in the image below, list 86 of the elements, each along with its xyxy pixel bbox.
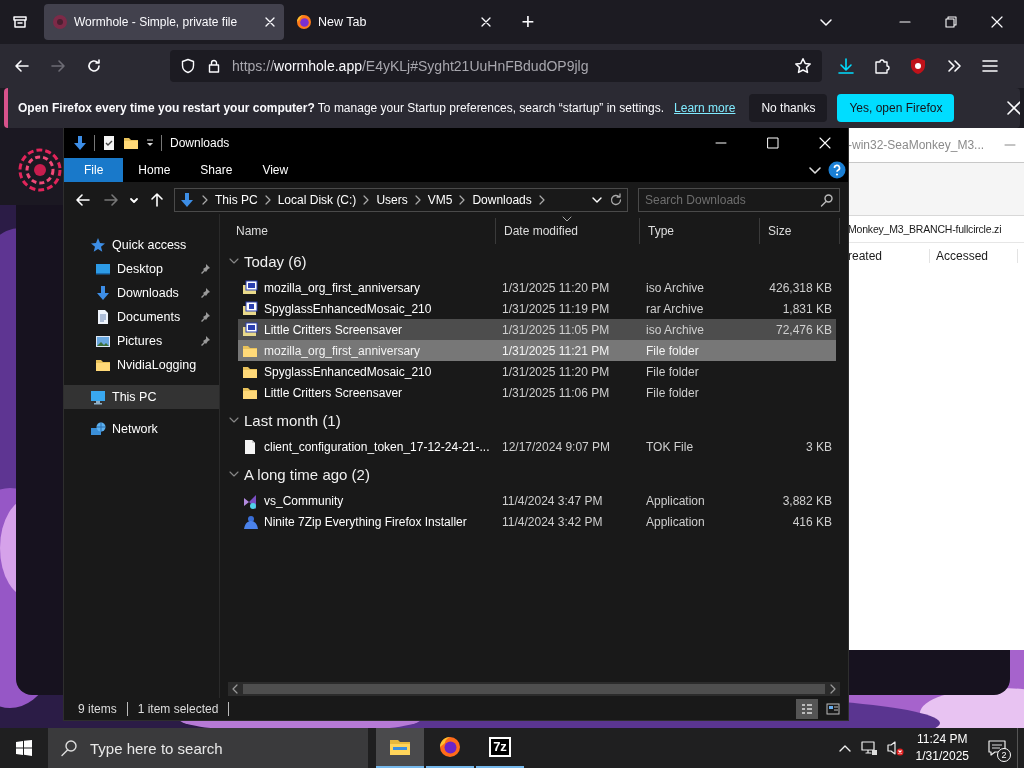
address-bar[interactable]: https://wormhole.app/E4yKLj#Syght21UuHnFBdudOP9jlg (170, 50, 822, 82)
file-row[interactable]: vs_Community 11/4/2024 3:47 PM Application 3,882 KB (238, 490, 836, 511)
column-header[interactable]: Date modified (496, 218, 640, 244)
size-cell: 426,318 KB (769, 280, 832, 295)
size-cell: 1,831 KB (782, 301, 832, 316)
breadcrumb[interactable]: Users (376, 193, 408, 207)
breadcrumb[interactable]: Downloads (472, 193, 532, 207)
type-cell-text: File folder (645, 385, 700, 400)
column-header[interactable]: Size (760, 218, 840, 244)
search-field[interactable]: Search Downloads (638, 188, 840, 212)
ribbon-tab[interactable]: File (64, 158, 124, 182)
window-title: -win32-SeaMonkey_M3... (848, 138, 985, 152)
address-bar[interactable]: This PC Local Disk (C:) Users VM5 Downloads (174, 188, 628, 212)
breadcrumb[interactable]: VM5 (427, 193, 453, 207)
size-cell: 3 KB (806, 439, 832, 454)
clock-button[interactable]: 11:24 PM 1/31/2025 (907, 731, 977, 765)
confirm-button[interactable]: Yes, open Firefox (837, 94, 955, 122)
new-tab-button[interactable]: + (512, 6, 544, 38)
learn-more-link[interactable]: Learn more (674, 101, 736, 115)
browser-tab[interactable]: Wormhole - Simple, private file (44, 4, 284, 40)
date-cell-text: 1/31/2025 11:20 PM (501, 280, 611, 295)
breadcrumb[interactable]: Local Disk (C:) (277, 193, 357, 207)
ribbon-tab[interactable]: Home (123, 158, 186, 182)
file-name: mozilla_org_first_anniversary (264, 280, 421, 295)
file-name: Little Critters Screensaver (264, 385, 403, 400)
size-cell: 72,476 KB (775, 322, 832, 337)
breadcrumb[interactable]: This PC (215, 193, 258, 207)
column-header[interactable]: Type (640, 218, 760, 244)
group-header[interactable]: A long time ago (2) (244, 465, 370, 483)
file-row[interactable]: mozilla_org_first_anniversary 1/31/2025 11:21 PM File folder (238, 340, 836, 361)
date-cell-text: 12/17/2024 9:07 PM (501, 439, 612, 454)
date-cell-text: 1/31/2025 11:05 PM (501, 322, 611, 337)
file-row[interactable]: SpyglassEnhancedMosaic_210 1/31/2025 11:19 PM rar Archive 1,831 KB (238, 298, 836, 319)
size-cell: 416 KB (792, 514, 832, 529)
file-row[interactable]: SpyglassEnhancedMosaic_210 1/31/2025 11:20 PM File folder (238, 361, 836, 382)
file-name: vs_Community (264, 493, 344, 508)
status-text: 1 item selected (137, 702, 219, 716)
type-cell-text: TOK File (645, 439, 695, 454)
notifications-button[interactable]: 2 (977, 728, 1017, 768)
file-row[interactable]: client_configuration_token_17-12-24-21-... 12/17/2024 9:07 PM TOK File 3 KB (238, 436, 836, 457)
dismiss-button[interactable]: No thanks (749, 94, 828, 122)
type-cell-text: rar Archive (645, 301, 705, 316)
status-text: 9 items (78, 702, 117, 716)
date-cell-text: 11/4/2024 3:42 PM (501, 514, 604, 529)
type-cell-text: File folder (645, 364, 700, 379)
taskbar-app[interactable]: 7z (476, 728, 524, 768)
size-cell: 3,882 KB (782, 493, 832, 508)
file-row[interactable]: Ninite 7Zip Everything Firefox Installer 11/4/2024 3:42 PM Application 416 KB (238, 511, 836, 532)
date-cell-text: 1/31/2025 11:20 PM (501, 364, 611, 379)
file-name: SpyglassEnhancedMosaic_210 (264, 364, 432, 379)
file-name: client_configuration_token_17-12-24-21-... (264, 439, 490, 454)
date-cell-text: 1/31/2025 11:21 PM (501, 343, 611, 358)
date-cell-text: 11/4/2024 3:47 PM (501, 493, 604, 508)
sidebar-item[interactable]: NvidiaLogging (64, 353, 219, 377)
column-header[interactable]: Accessed (936, 249, 1018, 263)
sidebar-item[interactable]: Pictures (64, 329, 219, 353)
sidebar-item[interactable]: Desktop (64, 257, 219, 281)
sidebar-item[interactable]: Downloads (64, 281, 219, 305)
search-field[interactable]: Type here to search (48, 728, 368, 768)
date-cell-text: 1/31/2025 11:19 PM (501, 301, 611, 316)
url-text: https://wormhole.app/E4yKLj#Syght21UuHnFBdudOP9jlg (232, 58, 589, 74)
file-name: mozilla_org_first_anniversary (264, 343, 421, 358)
sidebar-item[interactable]: This PC (64, 385, 219, 409)
notification-message: Open Firefox every time you restart your computer? To manage your Startup preferences, search “startup” in settings. (18, 101, 665, 115)
type-cell-text: File folder (645, 343, 700, 358)
sidebar-item[interactable]: Documents (64, 305, 219, 329)
file-row[interactable]: Little Critters Screensaver 1/31/2025 11:06 PM File folder (238, 382, 836, 403)
file-name: Little Critters Screensaver (264, 322, 403, 337)
date-cell-text: 1/31/2025 11:06 PM (501, 385, 611, 400)
ribbon-tab[interactable]: Share (185, 158, 248, 182)
type-cell-text: iso Archive (645, 280, 706, 295)
window-title: Downloads (170, 136, 230, 150)
type-cell-text: Application (645, 514, 706, 529)
sidebar-item[interactable]: Quick access (64, 233, 219, 257)
group-header[interactable]: Last month (1) (244, 411, 341, 429)
file-name: SpyglassEnhancedMosaic_210 (264, 301, 432, 316)
sidebar-item[interactable]: Network (64, 417, 219, 441)
group-header[interactable]: Today (6) (244, 252, 307, 270)
column-header[interactable]: Name (228, 218, 496, 244)
file-name: Ninite 7Zip Everything Firefox Installer (264, 514, 467, 529)
type-cell-text: iso Archive (645, 322, 706, 337)
file-row[interactable]: mozilla_org_first_anniversary 1/31/2025 11:20 PM iso Archive 426,318 KB (238, 277, 836, 298)
type-cell-text: Application (645, 493, 706, 508)
file-row[interactable]: Little Critters Screensaver 1/31/2025 11:05 PM iso Archive 72,476 KB (238, 319, 836, 340)
browser-tab[interactable]: New Tab (288, 4, 500, 40)
ribbon-tab[interactable]: View (247, 158, 304, 182)
